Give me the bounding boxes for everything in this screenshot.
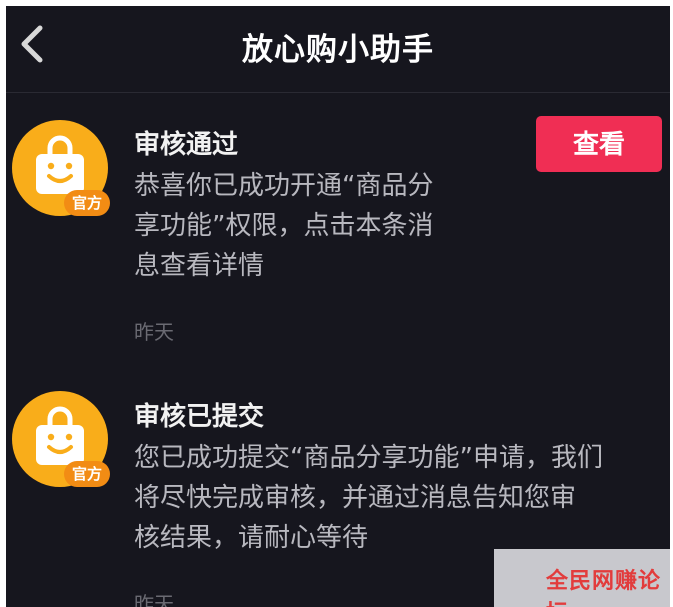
message-time: 昨天 [134,320,174,344]
message-time: 昨天 [134,592,174,607]
chat-screen: 放心购小助手 官方 审核通过 恭喜你已成功开通“商品分 享功能”权限，点击本条消… [6,6,670,607]
shopping-bag-icon [36,135,84,194]
official-badge: 官方 [64,461,110,487]
header: 放心购小助手 [6,6,670,94]
watermark-text: 全民网赚论坛 [546,569,662,607]
message-body: 恭喜你已成功开通“商品分 享功能”权限，点击本条消 息查看详情 [134,166,664,286]
message-title: 审核已提交 [134,402,265,432]
official-badge: 官方 [64,190,110,216]
header-divider [6,92,670,93]
message-body-line: 您已成功提交“商品分享功能”申请，我们 [134,443,603,473]
view-button[interactable]: 查看 [536,116,662,172]
page-title: 放心购小助手 [242,32,434,68]
message-body-line: 享功能”权限，点击本条消 [134,211,434,241]
shopping-bag-icon [36,406,84,465]
message-body-line: 将尽快完成审核，并通过消息告知您审 [134,483,577,513]
message-body-line: 恭喜你已成功开通“商品分 [134,171,434,201]
message-body: 您已成功提交“商品分享功能”申请，我们 将尽快完成审核，并通过消息告知您审 核结… [134,438,664,558]
message-title: 审核通过 [134,130,239,160]
message-body-line: 息查看详情 [134,251,265,281]
